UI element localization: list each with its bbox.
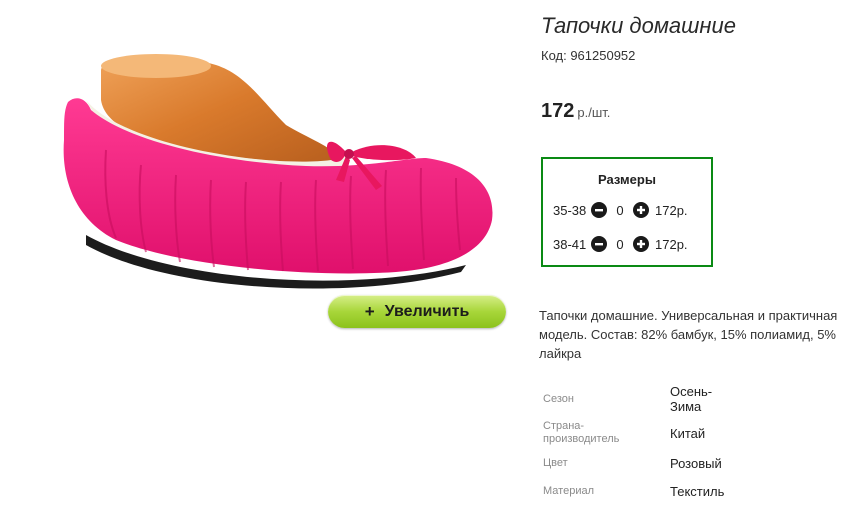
size-row: 38-41 0 172р. bbox=[553, 234, 688, 254]
decrease-quantity-button[interactable] bbox=[591, 202, 607, 218]
size-price: 172р. bbox=[655, 202, 688, 218]
spec-label-country: Страна-производитель bbox=[543, 420, 620, 445]
product-code: Код: 961250952 bbox=[541, 48, 636, 63]
quantity-value: 0 bbox=[616, 202, 624, 218]
plus-icon bbox=[637, 206, 645, 214]
spec-value-material: Текстиль bbox=[670, 484, 725, 499]
size-label: 35-38 bbox=[553, 202, 587, 218]
zoom-button[interactable]: + Увеличить bbox=[328, 295, 506, 328]
slipper-image bbox=[63, 54, 493, 289]
spec-value-color: Розовый bbox=[670, 456, 722, 471]
size-row: 35-38 0 172р. bbox=[553, 200, 688, 220]
increase-quantity-button[interactable] bbox=[633, 202, 649, 218]
size-price: 172р. bbox=[655, 236, 688, 252]
spec-label-color: Цвет bbox=[543, 457, 568, 469]
spec-value-country: Китай bbox=[670, 426, 706, 441]
zoom-button-label: Увеличить bbox=[384, 302, 470, 320]
spec-value-season: Осень-Зима bbox=[670, 384, 713, 414]
price-unit: р./шт. bbox=[577, 105, 611, 120]
spec-label-material: Материал bbox=[543, 485, 594, 497]
increase-quantity-button[interactable] bbox=[633, 236, 649, 252]
minus-icon bbox=[595, 209, 603, 212]
product-title: Тапочки домашние bbox=[541, 13, 736, 38]
minus-icon bbox=[595, 243, 603, 246]
product-image[interactable] bbox=[46, 40, 506, 310]
product-description: Тапочки домашние. Универсальная и практи… bbox=[539, 308, 838, 361]
decrease-quantity-button[interactable] bbox=[591, 236, 607, 252]
plus-icon: + bbox=[364, 301, 375, 321]
plus-icon bbox=[637, 240, 645, 248]
size-label: 38-41 bbox=[553, 236, 587, 252]
sizes-title: Размеры bbox=[598, 172, 656, 187]
quantity-value: 0 bbox=[616, 236, 624, 252]
product-price: 172 р./шт. bbox=[541, 100, 610, 123]
sizes-panel: Размеры 35-38 0 172р. 38-41 0 172р. bbox=[541, 157, 713, 267]
price-value: 172 bbox=[541, 100, 575, 122]
spec-label-season: Сезон bbox=[543, 393, 574, 405]
